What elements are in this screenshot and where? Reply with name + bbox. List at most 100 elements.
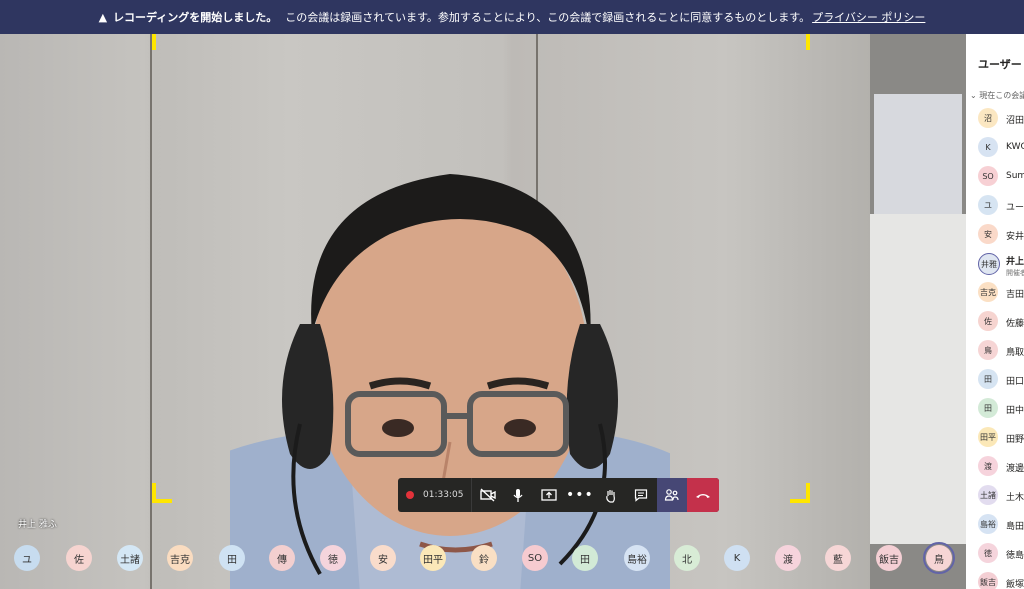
- participant-avatar[interactable]: 田平: [420, 545, 446, 571]
- participant-avatar: SO: [978, 166, 998, 186]
- participant-avatar: 徳: [978, 543, 998, 563]
- participant-name: 渡邊: [1006, 464, 1024, 474]
- camera-frame-corner: [790, 34, 810, 50]
- participant-list-item[interactable]: ユユー: [978, 195, 1024, 217]
- participant-avatar[interactable]: 徳: [320, 545, 346, 571]
- participant-avatar[interactable]: ユ: [14, 545, 40, 571]
- participant-avatar[interactable]: 北: [674, 545, 700, 571]
- participant-avatar: 田: [978, 369, 998, 389]
- participant-name: 土木: [1006, 493, 1024, 503]
- in-meeting-section-header[interactable]: ⌄ 現在この会議: [970, 90, 1024, 101]
- participant-name: 佐藤: [1006, 319, 1024, 329]
- participant-name: 安井: [1006, 232, 1024, 242]
- participant-list-item[interactable]: 土諸 土木: [978, 485, 1024, 507]
- participant-avatar: 島裕: [978, 514, 998, 534]
- participant-list-item[interactable]: 島裕 島田: [978, 514, 1024, 536]
- participant-avatar[interactable]: 安: [370, 545, 396, 571]
- participant-name: Sumi: [1006, 171, 1024, 181]
- camera-off-icon: [480, 488, 496, 502]
- participant-avatar[interactable]: SO: [522, 545, 548, 571]
- camera-frame-corner: [152, 483, 172, 503]
- recording-consent-text: この会議は録画されています。参加することにより、この会議で録画されることに同意す…: [285, 11, 811, 24]
- participant-avatar: 沼: [978, 108, 998, 128]
- participant-avatar[interactable]: 飯吉: [876, 545, 902, 571]
- participant-list-item[interactable]: SO Sumi: [978, 166, 1024, 188]
- participant-avatar[interactable]: 土諸: [117, 545, 143, 571]
- more-options-button[interactable]: •••: [565, 478, 596, 512]
- background-shelf: [870, 34, 966, 589]
- participant-avatar: K: [978, 137, 998, 157]
- raise-hand-icon: [605, 489, 615, 503]
- participant-avatar[interactable]: 島裕: [624, 545, 650, 571]
- participant-name: 田中: [1006, 406, 1024, 416]
- participant-name: 島田: [1006, 522, 1024, 532]
- chat-icon: [635, 489, 648, 502]
- participant-avatar-row: ユ佐土諸 吉克田傳徳安田平鈴 SO 田島裕北 K 渡藍飯吉鳥: [0, 542, 966, 577]
- camera-frame-corner: [790, 483, 810, 503]
- participant-avatar: 田平: [978, 427, 998, 447]
- participant-name: 田野: [1006, 435, 1024, 445]
- participant-avatar[interactable]: K: [724, 545, 750, 571]
- participant-avatar[interactable]: 鈴: [471, 545, 497, 571]
- participant-avatar[interactable]: 渡: [775, 545, 801, 571]
- recording-dot-icon: [406, 491, 414, 499]
- call-controls-bar: 01:33:05 •••: [398, 478, 719, 512]
- participant-list-item[interactable]: 井雅 井上 開催者: [978, 253, 1024, 277]
- participant-list-item[interactable]: 田平 田野: [978, 427, 1024, 449]
- participant-avatar: 渡: [978, 456, 998, 476]
- participant-avatar: 安: [978, 224, 998, 244]
- chevron-down-icon: ⌄: [970, 91, 980, 100]
- participant-list-item[interactable]: 沼沼田: [978, 108, 1024, 130]
- participant-list-item[interactable]: 佐佐藤: [978, 311, 1024, 333]
- participant-name: KWC: [1006, 142, 1024, 152]
- participant-name: 徳島: [1006, 551, 1024, 561]
- participant-list-item[interactable]: 鳥鳥取: [978, 340, 1024, 362]
- participants-icon: [664, 489, 679, 501]
- participant-avatar[interactable]: 傳: [269, 545, 295, 571]
- participant-name: 沼田: [1006, 116, 1024, 126]
- warning-icon: ▲: [98, 10, 108, 24]
- participant-list-item[interactable]: K KWC: [978, 137, 1024, 159]
- section-label: 現在この会議: [979, 91, 1024, 100]
- participant-avatar: 佐: [978, 311, 998, 331]
- participant-list-item[interactable]: 徳徳島: [978, 543, 1024, 565]
- participant-list-item[interactable]: 田田口: [978, 369, 1024, 391]
- participant-avatar[interactable]: 吉克: [167, 545, 193, 571]
- participant-name: ユー: [1006, 203, 1024, 213]
- recording-banner: ▲ レコーディングを開始しました。 この会議は録画されています。参加することによ…: [0, 0, 1024, 34]
- participant-list-item[interactable]: 吉克 吉田: [978, 282, 1024, 304]
- participant-avatar: 井雅: [978, 253, 1000, 275]
- participant-avatar[interactable]: 田: [219, 545, 245, 571]
- camera-off-button[interactable]: [472, 478, 503, 512]
- recording-indicator: 01:33:05: [398, 478, 473, 512]
- partition-seam: [150, 34, 152, 589]
- hang-up-icon: [696, 494, 711, 498]
- chat-button[interactable]: [626, 478, 657, 512]
- participant-name: 鳥取: [1006, 348, 1024, 358]
- participant-avatar[interactable]: 田: [572, 545, 598, 571]
- more-options-icon: •••: [565, 487, 594, 503]
- participant-avatar[interactable]: 佐: [66, 545, 92, 571]
- participant-name: 田口: [1006, 377, 1024, 387]
- participant-avatar: 鳥: [978, 340, 998, 360]
- hang-up-button[interactable]: [687, 478, 719, 512]
- participant-list-item[interactable]: 飯吉 飯塚: [978, 572, 1024, 589]
- participant-list-item[interactable]: 渡渡邊: [978, 456, 1024, 478]
- participant-avatar[interactable]: 鳥: [923, 542, 955, 574]
- participant-avatar: ユ: [978, 195, 998, 215]
- participants-panel: ユーザー ⌄ 現在この会議 沼沼田 K KWC SO Sumi ユユー安安井井雅井上開催者…: [966, 34, 1024, 589]
- participant-name: 飯塚: [1006, 580, 1024, 589]
- participants-button[interactable]: [656, 478, 688, 512]
- participant-avatar: 土諸: [978, 485, 998, 505]
- participant-avatar[interactable]: 藍: [825, 545, 851, 571]
- participant-video: [230, 174, 670, 589]
- recording-started-text: レコーディングを開始しました。: [113, 11, 278, 24]
- participant-list-item[interactable]: 安安井: [978, 224, 1024, 246]
- raise-hand-button[interactable]: [595, 478, 626, 512]
- share-screen-icon: [541, 489, 557, 501]
- privacy-policy-link[interactable]: プライバシー ポリシー: [812, 9, 925, 25]
- participant-avatar: 田: [978, 398, 998, 418]
- microphone-button[interactable]: [503, 478, 534, 512]
- participant-list-item[interactable]: 田田中: [978, 398, 1024, 420]
- share-screen-button[interactable]: [534, 478, 565, 512]
